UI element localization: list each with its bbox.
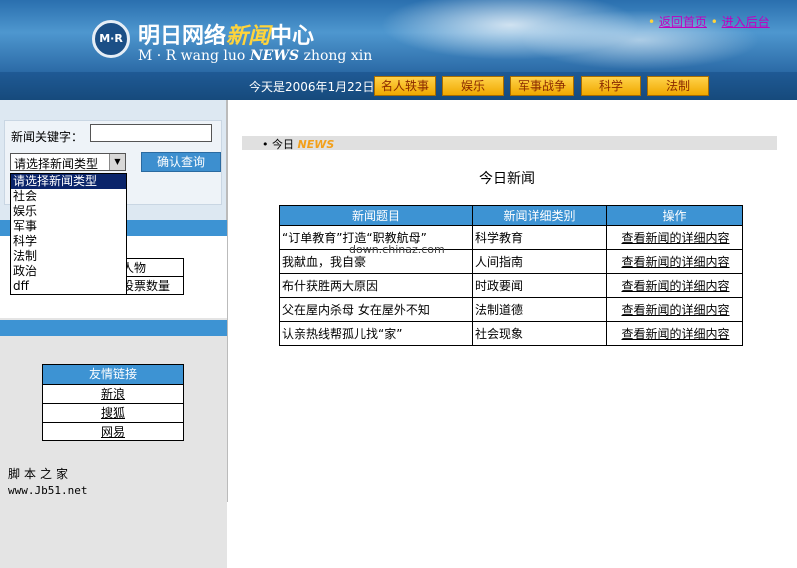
column-header: 新闻详细类别 xyxy=(472,205,607,226)
view-detail-link[interactable]: 查看新闻的详细内容 xyxy=(606,225,743,250)
dropdown-option[interactable]: 社会 xyxy=(11,189,126,204)
keyword-input[interactable] xyxy=(90,124,212,142)
confirm-search-button[interactable]: 确认查询 xyxy=(141,152,221,172)
watermark-text: down.chinaz.com xyxy=(349,243,445,256)
news-type-dropdown: 请选择新闻类型 社会 娱乐 军事 科学 法制 政治 dff xyxy=(10,173,127,295)
admin-link[interactable]: 进入后台 xyxy=(722,15,770,29)
today-section-title: • 今日 NEWS xyxy=(262,136,334,152)
site-title-part: 中心 xyxy=(270,24,315,49)
site-title: 明日网络新闻中心 xyxy=(138,18,314,50)
today-section-bar: • 今日 NEWS xyxy=(242,136,777,152)
home-link[interactable]: 返回首页 xyxy=(659,15,707,29)
keyword-label: 新闻关键字： xyxy=(11,130,84,144)
site-subtitle-part: M · R wang luo xyxy=(138,48,246,64)
friend-link-sohu[interactable]: 搜狐 xyxy=(43,403,183,422)
footer-site-name: 脚本之家 xyxy=(8,467,73,481)
column-header: 新闻题目 xyxy=(279,205,473,226)
footer-site-url: www.Jb51.net xyxy=(8,484,88,497)
dropdown-option[interactable]: dff xyxy=(11,279,126,294)
nav-item-entertainment[interactable]: 娱乐 xyxy=(442,76,504,96)
site-header: M·R 明日网络新闻中心 M · R wang luo NEWS zhong x… xyxy=(0,0,797,72)
page-title: 今日新闻 xyxy=(479,171,535,187)
site-title-highlight: 新闻 xyxy=(226,23,271,49)
news-title-cell: 认亲热线帮孤儿找“家” xyxy=(279,321,473,346)
news-category-cell: 社会现象 xyxy=(472,321,607,346)
friend-link-sina[interactable]: 新浪 xyxy=(43,384,183,403)
chevron-down-icon[interactable]: ▼ xyxy=(109,154,125,170)
dropdown-option[interactable]: 科学 xyxy=(11,234,126,249)
bullet-icon: • xyxy=(710,15,718,29)
nav-item-law[interactable]: 法制 xyxy=(647,76,709,96)
nav-item-science[interactable]: 科学 xyxy=(581,76,641,96)
news-type-select[interactable]: 请选择新闻类型 ▼ xyxy=(10,153,126,171)
top-links: • 返回首页 • 进入后台 xyxy=(648,13,770,30)
table-header-row: 新闻题目 新闻详细类别 操作 xyxy=(279,205,743,226)
sidebar-divider xyxy=(0,320,227,336)
view-detail-link[interactable]: 查看新闻的详细内容 xyxy=(606,321,743,346)
nav-bar: 今天是2006年1月22日 名人轶事 娱乐 军事战争 科学 法制 xyxy=(0,72,797,100)
dropdown-option[interactable]: 请选择新闻类型 xyxy=(11,174,126,189)
site-subtitle-news: NEWS xyxy=(249,48,300,64)
view-detail-link[interactable]: 查看新闻的详细内容 xyxy=(606,297,743,322)
current-date: 今天是2006年1月22日 xyxy=(249,80,375,94)
column-header: 操作 xyxy=(606,205,743,226)
dropdown-option[interactable]: 政治 xyxy=(11,264,126,279)
today-news-logo: NEWS xyxy=(297,138,335,151)
news-category-cell: 时政要闻 xyxy=(472,273,607,298)
sidebar-background xyxy=(0,318,227,568)
friend-link-netease[interactable]: 网易 xyxy=(43,422,183,441)
view-detail-link[interactable]: 查看新闻的详细内容 xyxy=(606,273,743,298)
table-row: 认亲热线帮孤儿找“家” 社会现象 查看新闻的详细内容 xyxy=(279,321,743,346)
news-title-cell: 父在屋内杀母 女在屋外不知 xyxy=(279,297,473,322)
logo-emblem: M·R xyxy=(92,20,130,58)
dropdown-option[interactable]: 娱乐 xyxy=(11,204,126,219)
main-divider xyxy=(227,100,228,502)
news-type-selected: 请选择新闻类型 xyxy=(14,157,99,171)
site-subtitle-part: zhong xin xyxy=(303,48,373,64)
news-table: 新闻题目 新闻详细类别 操作 “订单教育”打造“职教航母” 科学教育 查看新闻的… xyxy=(279,205,743,346)
today-label: • 今日 xyxy=(262,138,294,151)
table-row: 父在屋内杀母 女在屋外不知 法制道德 查看新闻的详细内容 xyxy=(279,297,743,322)
view-detail-link[interactable]: 查看新闻的详细内容 xyxy=(606,249,743,274)
news-category-cell: 科学教育 xyxy=(472,225,607,250)
table-row: 布什获胜两大原因 时政要闻 查看新闻的详细内容 xyxy=(279,273,743,298)
dropdown-option[interactable]: 军事 xyxy=(11,219,126,234)
news-category-cell: 人间指南 xyxy=(472,249,607,274)
dropdown-option[interactable]: 法制 xyxy=(11,249,126,264)
news-title-cell: 布什获胜两大原因 xyxy=(279,273,473,298)
friend-links-header: 友情链接 xyxy=(43,365,183,384)
site-subtitle: M · R wang luo NEWS zhong xin xyxy=(138,48,372,64)
news-category-cell: 法制道德 xyxy=(472,297,607,322)
nav-item-military[interactable]: 军事战争 xyxy=(510,76,574,96)
friend-links-table: 友情链接 新浪 搜狐 网易 xyxy=(42,364,184,441)
bullet-icon: • xyxy=(648,15,656,29)
nav-item-celebrity[interactable]: 名人轶事 xyxy=(374,76,436,96)
site-title-part: 明日网络 xyxy=(138,24,227,49)
